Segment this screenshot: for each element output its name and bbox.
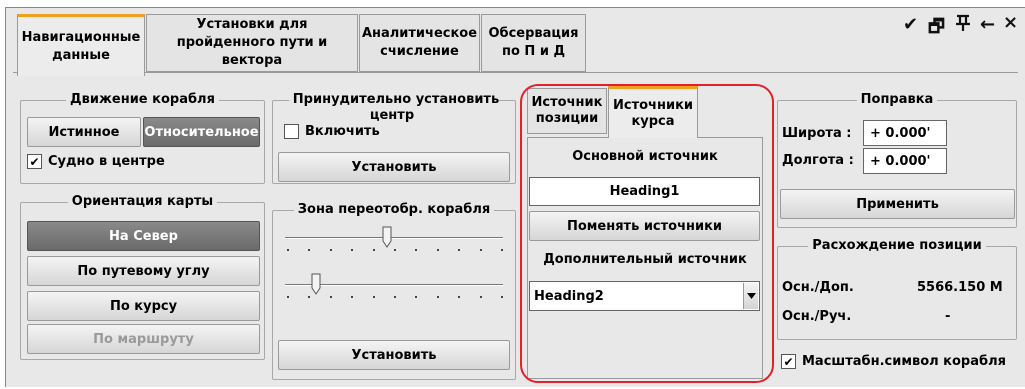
slider-tick [287, 296, 289, 298]
slider-tick [329, 296, 332, 298]
slider-tick [394, 296, 396, 298]
tab-strip-divider [13, 72, 1018, 73]
tab-label-line2: курса [631, 113, 675, 129]
close-icon[interactable]: × [1003, 12, 1018, 33]
secondary-source-value: Heading2 [534, 288, 604, 304]
set-center-button[interactable]: Установить [278, 152, 510, 182]
slider-tick [351, 296, 354, 298]
slider-tick [415, 249, 418, 251]
slider-tick [329, 249, 332, 251]
main-source-field: Heading1 [529, 177, 760, 206]
track-angle-button[interactable]: По путевому углу [27, 256, 260, 286]
longitude-value: + 0.000' [870, 153, 931, 169]
tab-label-line1: Аналитическое [361, 26, 478, 41]
main-source-label: Основной источник [572, 149, 718, 164]
main-source-value: Heading1 [609, 184, 680, 199]
slider-tick [479, 296, 482, 298]
north-up-button[interactable]: На Север [27, 221, 260, 251]
slider-tick [501, 296, 503, 298]
enable-center-label: Включить [305, 124, 380, 139]
slider-tick [308, 296, 311, 298]
position-divergence-title: Расхождение позиции [808, 238, 986, 253]
tab-label-line2: данные [52, 47, 110, 63]
swap-sources-button[interactable]: Поменять источники [529, 211, 760, 241]
zone-slider-1-track[interactable] [285, 237, 503, 239]
correction-title: Поправка [856, 92, 938, 107]
latitude-value: + 0.000' [870, 125, 931, 141]
tab-label-line1: Установки для [196, 17, 308, 32]
slider-tick [458, 249, 461, 251]
tab-path-vector-settings[interactable]: Установки для пройденного пути и вектора [146, 14, 358, 72]
tab-label-line1: Навигационные [21, 29, 141, 45]
tab-label-line1: Источник [531, 95, 603, 110]
slider-tick [415, 296, 418, 298]
slider-tick [287, 249, 289, 251]
slider-tick [501, 249, 503, 251]
longitude-label: Долгота : [782, 153, 854, 168]
slider-tick [372, 249, 375, 251]
enable-center-checkbox[interactable]: Включить [284, 124, 380, 139]
tab-observation[interactable]: Обсервация по П и Д [481, 14, 586, 72]
back-arrow-icon[interactable]: ← [980, 14, 995, 35]
relative-motion-button[interactable]: Относительное [143, 117, 260, 147]
secondary-source-label: Дополнительный источник [543, 252, 747, 267]
main-manual-label: Осн./Руч. [782, 309, 852, 324]
slider-tick [372, 296, 375, 298]
apply-correction-button[interactable]: Применить [780, 189, 1015, 219]
checkmark-icon: ✔ [27, 154, 42, 169]
tab-navigation-data[interactable]: Навигационные данные [17, 14, 145, 76]
main-secondary-value: 5566.150 М [917, 280, 1003, 295]
slider-tick [308, 249, 311, 251]
secondary-source-select[interactable]: Heading2 [529, 281, 760, 311]
tab-label-line2: по П и Д [501, 44, 566, 59]
tab-label-line1: Источники [613, 97, 693, 113]
tab-label-line1: Обсервация [488, 26, 579, 41]
slider-tick [436, 296, 439, 298]
ship-center-label: Судно в центре [48, 154, 165, 169]
tab-dead-reckoning[interactable]: Аналитическое счисление [359, 14, 480, 72]
latitude-label: Широта : [782, 126, 852, 141]
main-manual-value: - [945, 309, 951, 324]
course-up-button[interactable]: По курсу [27, 291, 260, 321]
restore-icon[interactable]: 🗗 [928, 14, 945, 44]
checkmark-icon: ✔ [781, 354, 796, 369]
route-button[interactable]: По маршруту [27, 324, 260, 354]
redisplay-zone-title: Зона переотобр. корабля [293, 202, 495, 217]
ship-motion-title: Движение корабля [66, 92, 219, 107]
slider-tick [479, 249, 482, 251]
map-orientation-title: Ориентация карты [67, 194, 218, 209]
pin-icon[interactable]: ✔ [903, 14, 918, 35]
longitude-input[interactable]: + 0.000' [863, 148, 947, 174]
zone-slider-2-thumb[interactable] [311, 273, 321, 295]
main-secondary-label: Осн./Доп. [782, 280, 854, 295]
force-center-title: Принудительно установить центр [288, 92, 500, 123]
scale-symbol-checkbox[interactable]: ✔ Масштабн.символ корабля [781, 354, 1006, 369]
set-zone-button[interactable]: Установить [278, 340, 510, 370]
zone-slider-1-thumb[interactable] [382, 226, 392, 248]
tab-heading-sources[interactable]: Источники курса [608, 86, 698, 138]
slider-tick [394, 249, 396, 251]
tab-label-line2: счисление [380, 44, 459, 59]
chevron-down-icon[interactable] [743, 283, 758, 309]
tab-label-line2: пройденного пути и вектора [176, 35, 328, 68]
latitude-input[interactable]: + 0.000' [863, 120, 947, 146]
scale-symbol-label: Масштабн.символ корабля [802, 354, 1006, 369]
tab-label-line2: позиции [535, 111, 599, 126]
tab-position-source[interactable]: Источник позиции [527, 88, 607, 134]
true-motion-button[interactable]: Истинное [27, 117, 141, 147]
empty-checkbox-icon [284, 124, 299, 139]
slider-tick [458, 296, 461, 298]
slider-tick [436, 249, 439, 251]
slider-tick [351, 249, 354, 251]
ship-center-checkbox[interactable]: ✔ Судно в центре [27, 154, 165, 169]
dock-icon[interactable] [955, 14, 971, 37]
